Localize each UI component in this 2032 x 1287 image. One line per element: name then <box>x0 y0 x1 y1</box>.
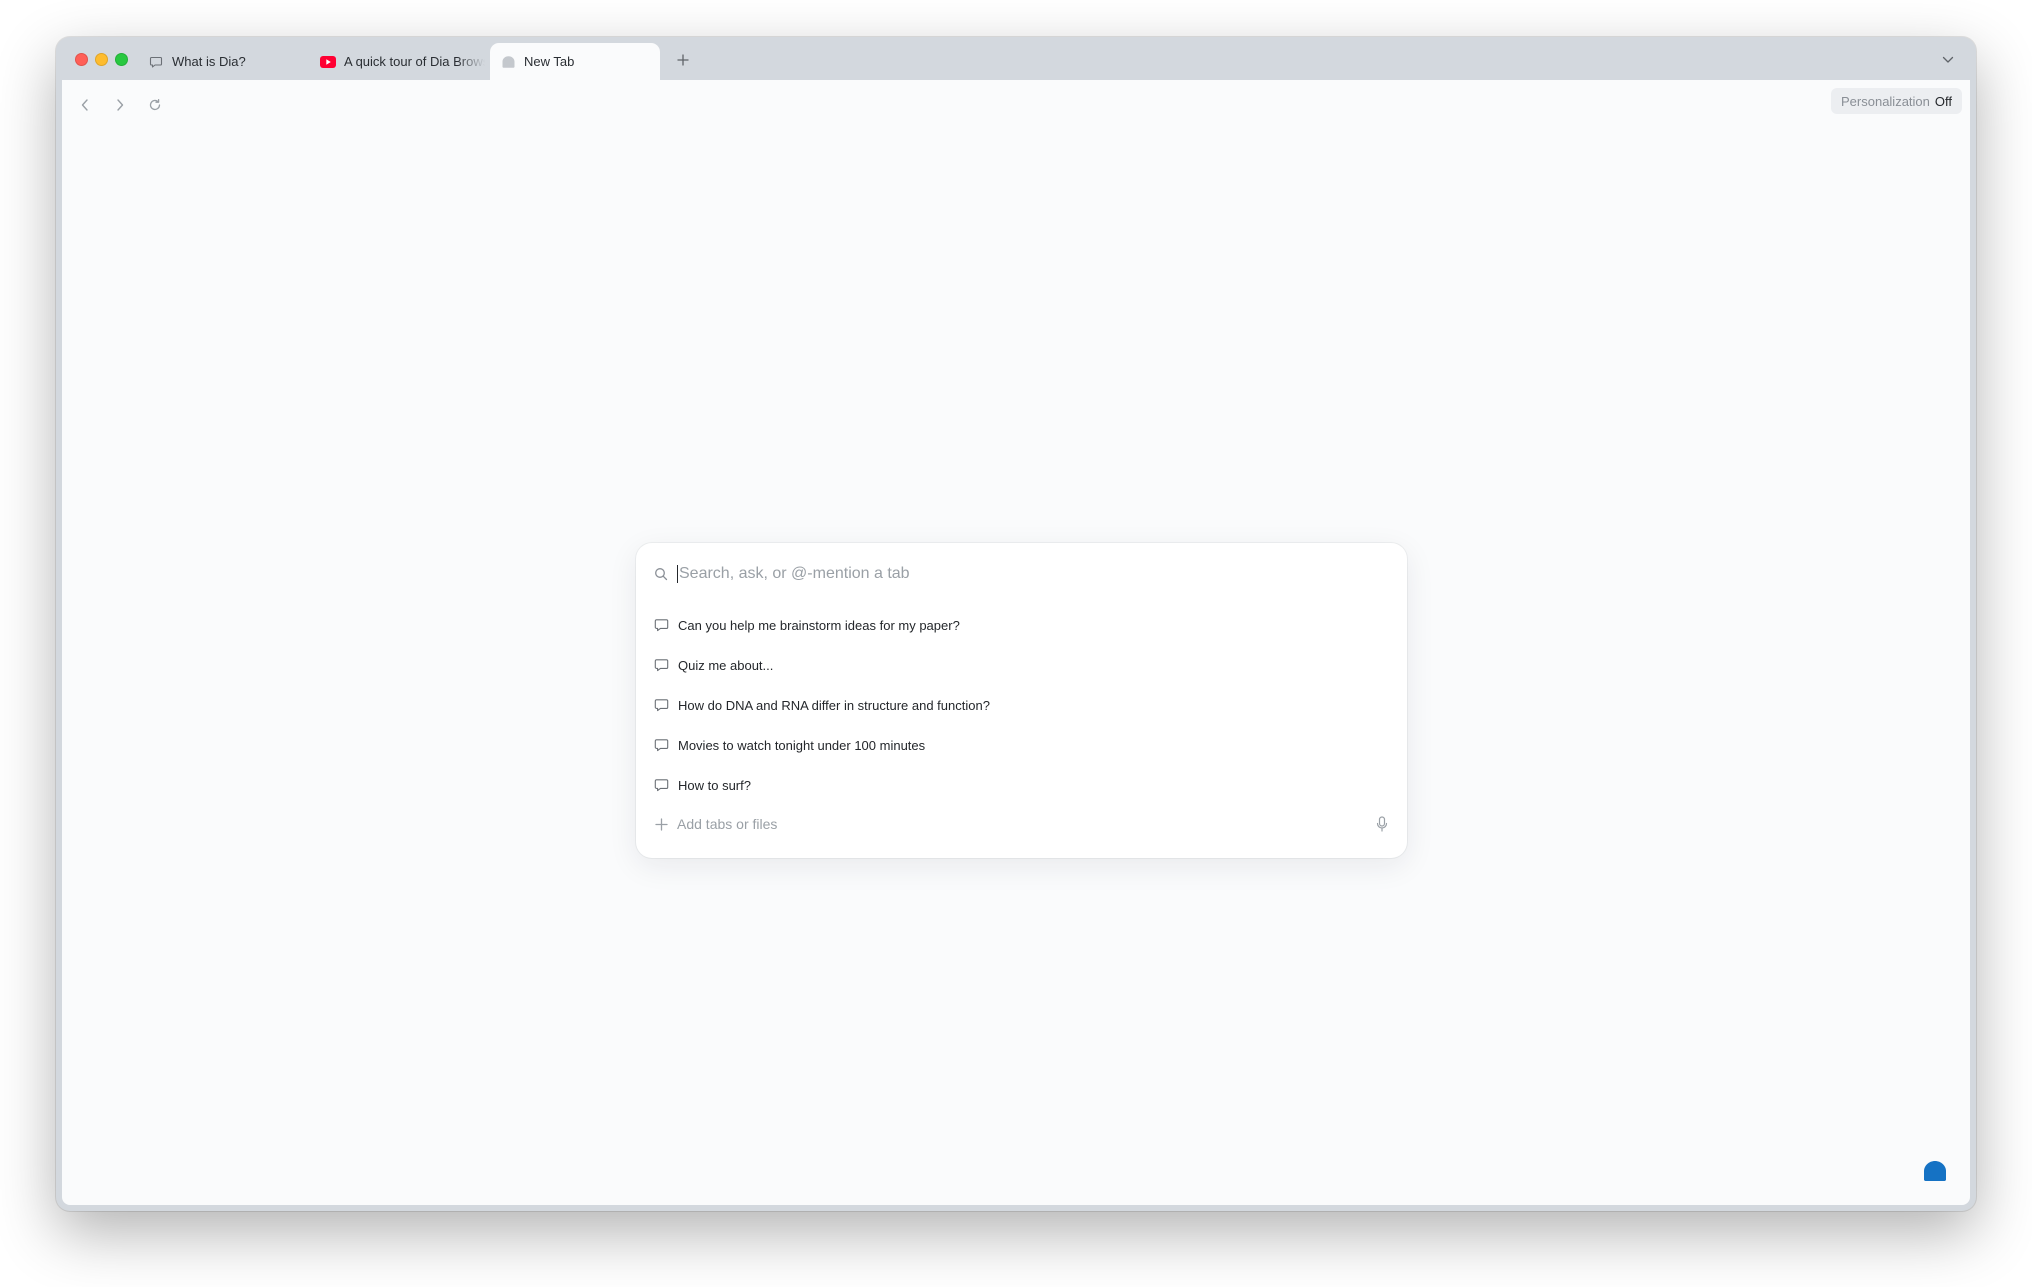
personalization-state: Off <box>1934 93 1952 109</box>
chat-bubble-icon <box>653 617 669 633</box>
plus-icon <box>677 54 689 66</box>
microphone-icon[interactable] <box>1374 816 1390 832</box>
chat-bubble-icon <box>653 697 669 713</box>
chevron-left-icon <box>81 99 88 111</box>
add-tabs-or-files-button[interactable]: Add tabs or files <box>677 816 777 832</box>
chat-bubble-icon <box>148 54 164 70</box>
tab-quick-tour[interactable]: A quick tour of Dia Browser <box>320 43 485 80</box>
search-card: Can you help me brainstorm ideas for my … <box>636 543 1407 858</box>
tab-label: New Tab <box>524 54 575 69</box>
chat-bubble-icon <box>653 777 669 793</box>
assistant-icon[interactable] <box>1923 1160 1947 1182</box>
suggestion-item[interactable]: How do DNA and RNA differ in structure a… <box>653 685 1390 725</box>
chat-bubble-icon <box>653 737 669 753</box>
suggestion-text: Can you help me brainstorm ideas for my … <box>678 617 960 633</box>
suggestion-text: Quiz me about... <box>678 657 774 673</box>
tab-what-is-dia[interactable]: What is Dia? <box>148 43 313 80</box>
suggestion-list: Can you help me brainstorm ideas for my … <box>653 605 1390 805</box>
tab-label: What is Dia? <box>172 54 246 69</box>
browser-window: What is Dia? A quick tour of Dia Browser… <box>56 37 1976 1211</box>
minimize-window-button[interactable] <box>95 53 108 66</box>
tab-label: A quick tour of Dia Browser <box>344 54 485 69</box>
suggestion-text: How do DNA and RNA differ in structure a… <box>678 697 990 713</box>
suggestion-item[interactable]: Movies to watch tonight under 100 minute… <box>653 725 1390 765</box>
search-input[interactable] <box>677 565 1390 583</box>
page-content: Personalization Off Can you help me brai… <box>62 80 1970 1205</box>
suggestion-text: How to surf? <box>678 777 751 793</box>
tab-list-button[interactable] <box>1938 50 1958 70</box>
search-icon <box>653 566 669 582</box>
chevron-down-icon <box>1942 56 1954 63</box>
new-tab-button[interactable] <box>672 49 694 71</box>
close-window-button[interactable] <box>75 53 88 66</box>
tab-strip: What is Dia? A quick tour of Dia Browser… <box>56 37 1976 80</box>
suggestion-item[interactable]: Quiz me about... <box>653 645 1390 685</box>
dia-icon <box>500 54 516 70</box>
back-button[interactable] <box>74 94 96 116</box>
personalization-label: Personalization <box>1841 93 1930 109</box>
suggestion-text: Movies to watch tonight under 100 minute… <box>678 737 926 753</box>
youtube-icon <box>320 54 336 70</box>
search-row <box>653 559 1390 589</box>
suggestion-item[interactable]: How to surf? <box>653 765 1390 805</box>
tab-new-tab[interactable]: New Tab <box>490 43 660 80</box>
suggestion-item[interactable]: Can you help me brainstorm ideas for my … <box>653 605 1390 645</box>
reload-button[interactable] <box>144 94 166 116</box>
personalization-toggle[interactable]: Personalization Off <box>1831 88 1962 114</box>
plus-icon[interactable] <box>653 816 669 832</box>
chat-bubble-icon <box>653 657 669 673</box>
forward-button[interactable] <box>109 94 131 116</box>
zoom-window-button[interactable] <box>115 53 128 66</box>
add-context-row: Add tabs or files <box>653 812 1390 836</box>
reload-icon <box>149 98 161 111</box>
chevron-right-icon <box>117 99 124 111</box>
